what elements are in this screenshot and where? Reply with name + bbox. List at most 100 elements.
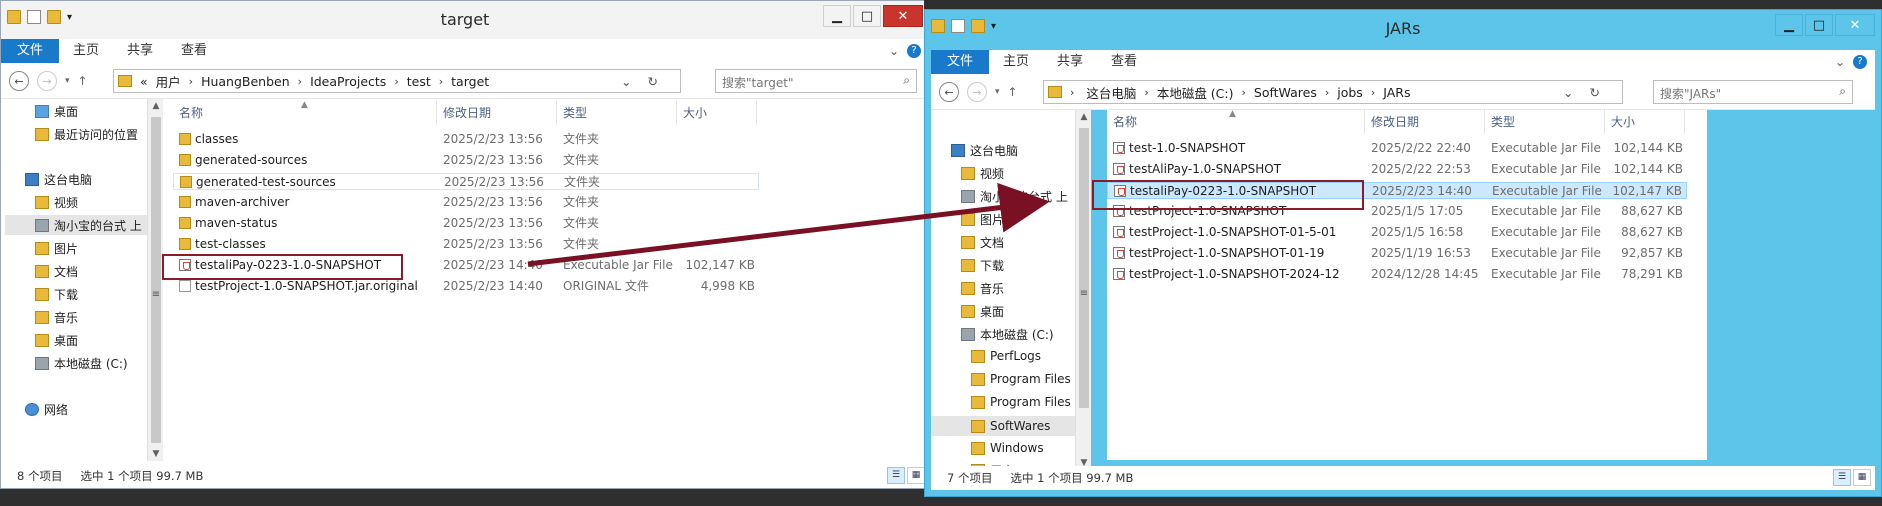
close-button[interactable]: ✕ (1835, 14, 1875, 36)
title-bar[interactable]: ▾ target ▁ □ ✕ (1, 1, 929, 39)
explorer-window-jars[interactable]: ▾ JARs ▁ □ ✕ 文件 主页 共享 查看 ⌄? ← → ▾ ↑ › 这台… (924, 9, 1882, 497)
scroll-up-arrow[interactable]: ▲ (148, 101, 164, 111)
recent-locations-icon[interactable]: ▾ (995, 87, 1000, 97)
tab-file[interactable]: 文件 (1, 39, 60, 63)
maximize-button[interactable]: □ (1805, 14, 1833, 36)
tab-home[interactable]: 主页 (989, 50, 1043, 74)
path-overflow[interactable]: « (140, 74, 148, 89)
refresh-icon[interactable]: ↻ (648, 74, 658, 89)
maximize-button[interactable]: □ (853, 5, 881, 27)
table-row[interactable]: testProject-1.0-SNAPSHOT-01-5-01 2025/1/5… (1107, 224, 1687, 241)
nav-item-videos[interactable]: 视频 (961, 165, 1004, 182)
nav-pane-scrollbar[interactable]: ▲ ≡ ▼ (1075, 110, 1091, 470)
column-date[interactable]: 修改日期 (1365, 110, 1485, 134)
nav-item-documents[interactable]: 文档 (961, 234, 1004, 251)
search-input[interactable]: 搜索"JARs" ⌕ (1653, 80, 1853, 104)
large-icons-view-button[interactable]: ▦ (1853, 469, 1871, 486)
nav-item-desktop-folder[interactable]: 桌面 (35, 332, 78, 349)
search-icon[interactable]: ⌕ (1839, 84, 1846, 99)
tab-file[interactable]: 文件 (931, 50, 990, 74)
column-size[interactable]: 大小 (1605, 110, 1685, 134)
tab-home[interactable]: 主页 (59, 39, 113, 63)
nav-item-softwares[interactable]: SoftWares (931, 416, 1075, 436)
title-bar[interactable]: ▾ JARs ▁ □ ✕ (925, 10, 1881, 50)
table-row[interactable]: testAliPay-1.0-SNAPSHOT 2025/2/22 22:53 Ex… (1107, 161, 1687, 178)
table-row[interactable]: test-classes 2025/2/23 13:56 文件夹 (173, 236, 759, 253)
column-type[interactable]: 类型 (1485, 110, 1605, 134)
chevron-down-icon[interactable]: ⌄ (621, 74, 631, 89)
nav-item-network-drive[interactable]: 淘小宝的台式 上 (5, 215, 147, 235)
nav-item-music[interactable]: 音乐 (35, 309, 78, 326)
nav-item-downloads[interactable]: 下载 (35, 286, 78, 303)
tab-share[interactable]: 共享 (113, 39, 167, 63)
nav-item-this-pc[interactable]: 这台电脑 (951, 142, 1018, 159)
chevron-down-icon[interactable]: ⌄ (889, 44, 899, 58)
nav-item-recent[interactable]: 最近访问的位置 (35, 126, 138, 143)
address-path[interactable]: « 用户 › HuangBenben › IdeaProjects › test › t… (113, 69, 681, 93)
address-path[interactable]: › 这台电脑 › 本地磁盘 (C:) › SoftWares › jobs › JARs… (1043, 80, 1623, 104)
path-segment-user[interactable]: HuangBenben (201, 74, 290, 89)
scroll-up-arrow[interactable]: ▲ (1076, 112, 1092, 122)
path-segment-target[interactable]: target (451, 74, 489, 89)
tab-view[interactable]: 查看 (1097, 50, 1151, 74)
path-segment-jars[interactable]: JARs (1383, 85, 1410, 100)
chevron-down-icon[interactable]: ⌄ (1835, 55, 1845, 69)
path-segment-local-disk[interactable]: 本地磁盘 (C:) (1157, 83, 1234, 102)
back-button[interactable]: ← (939, 82, 959, 102)
tab-view[interactable]: 查看 (167, 39, 221, 63)
path-segment-jobs[interactable]: jobs (1337, 85, 1363, 100)
large-icons-view-button[interactable]: ▦ (907, 467, 925, 484)
nav-item-network[interactable]: 网络 (25, 401, 68, 418)
column-name[interactable]: 名称 ▲ (1107, 109, 1365, 134)
table-row[interactable]: generated-test-sources 2025/2/23 13:56 文件夹 (173, 173, 759, 190)
nav-item-program-files-x86[interactable]: Program Files (971, 395, 1071, 409)
nav-item-desktop[interactable]: 桌面 (35, 103, 78, 120)
table-row[interactable]: generated-sources 2025/2/23 13:56 文件夹 (173, 152, 759, 169)
table-row[interactable]: testProject-1.0-SNAPSHOT.jar.original 202… (173, 278, 759, 295)
back-button[interactable]: ← (9, 71, 29, 91)
nav-item-videos[interactable]: 视频 (35, 194, 78, 211)
close-button[interactable]: ✕ (883, 5, 923, 27)
table-row[interactable]: maven-status 2025/2/23 13:56 文件夹 (173, 215, 759, 232)
column-size[interactable]: 大小 (677, 101, 757, 125)
minimize-button[interactable]: ▁ (823, 5, 851, 27)
column-type[interactable]: 类型 (557, 101, 677, 125)
path-segment-softwares[interactable]: SoftWares (1254, 85, 1317, 100)
table-row[interactable]: test-1.0-SNAPSHOT 2025/2/22 22:40 Executab… (1107, 140, 1687, 157)
up-arrow-icon[interactable]: ↑ (1008, 85, 1018, 99)
refresh-icon[interactable]: ↻ (1590, 85, 1600, 100)
search-input[interactable]: 搜索"target" ⌕ (715, 69, 917, 93)
nav-item-pictures[interactable]: 图片 (961, 211, 1004, 228)
column-date[interactable]: 修改日期 (437, 101, 557, 125)
recent-locations-icon[interactable]: ▾ (65, 76, 70, 86)
chevron-down-icon[interactable]: ⌄ (1563, 85, 1573, 100)
table-row[interactable]: testProject-1.0-SNAPSHOT-01-19 2025/1/19 … (1107, 245, 1687, 262)
search-icon[interactable]: ⌕ (903, 73, 910, 88)
path-segment-users[interactable]: 用户 (156, 72, 181, 91)
scroll-thumb[interactable] (151, 117, 161, 443)
explorer-window-target[interactable]: ▾ target ▁ □ ✕ 文件 主页 共享 查看 ⌄? ← → ▾ ↑ « … (0, 0, 930, 489)
nav-item-pictures[interactable]: 图片 (35, 240, 78, 257)
forward-button[interactable]: → (967, 82, 987, 102)
nav-pane-scrollbar[interactable]: ▲ ≡ ▼ (147, 99, 163, 461)
path-segment-ideaprojects[interactable]: IdeaProjects (310, 74, 386, 89)
details-view-button[interactable]: ☰ (887, 467, 905, 484)
minimize-button[interactable]: ▁ (1775, 14, 1803, 36)
nav-item-perflogs[interactable]: PerfLogs (971, 349, 1041, 363)
scroll-thumb[interactable] (1079, 128, 1089, 408)
table-row[interactable]: maven-archiver 2025/2/23 13:56 文件夹 (173, 194, 759, 211)
nav-item-windows[interactable]: Windows (971, 441, 1044, 455)
nav-item-downloads[interactable]: 下载 (961, 257, 1004, 274)
table-row[interactable]: testProject-1.0-SNAPSHOT-2024-12 2024/12/… (1107, 266, 1687, 283)
details-view-button[interactable]: ☰ (1833, 469, 1851, 486)
path-segment-test[interactable]: test (407, 74, 431, 89)
help-icon[interactable]: ? (907, 44, 921, 58)
tab-share[interactable]: 共享 (1043, 50, 1097, 74)
nav-item-this-pc[interactable]: 这台电脑 (25, 171, 92, 188)
nav-item-network-drive[interactable]: 淘小宝的台式 上 (961, 188, 1068, 205)
nav-item-documents[interactable]: 文档 (35, 263, 78, 280)
scroll-down-arrow[interactable]: ▼ (148, 449, 164, 459)
nav-item-local-disk[interactable]: 本地磁盘 (C:) (961, 326, 1054, 343)
forward-button[interactable]: → (37, 71, 57, 91)
column-name[interactable]: 名称 ▲ (173, 100, 437, 125)
